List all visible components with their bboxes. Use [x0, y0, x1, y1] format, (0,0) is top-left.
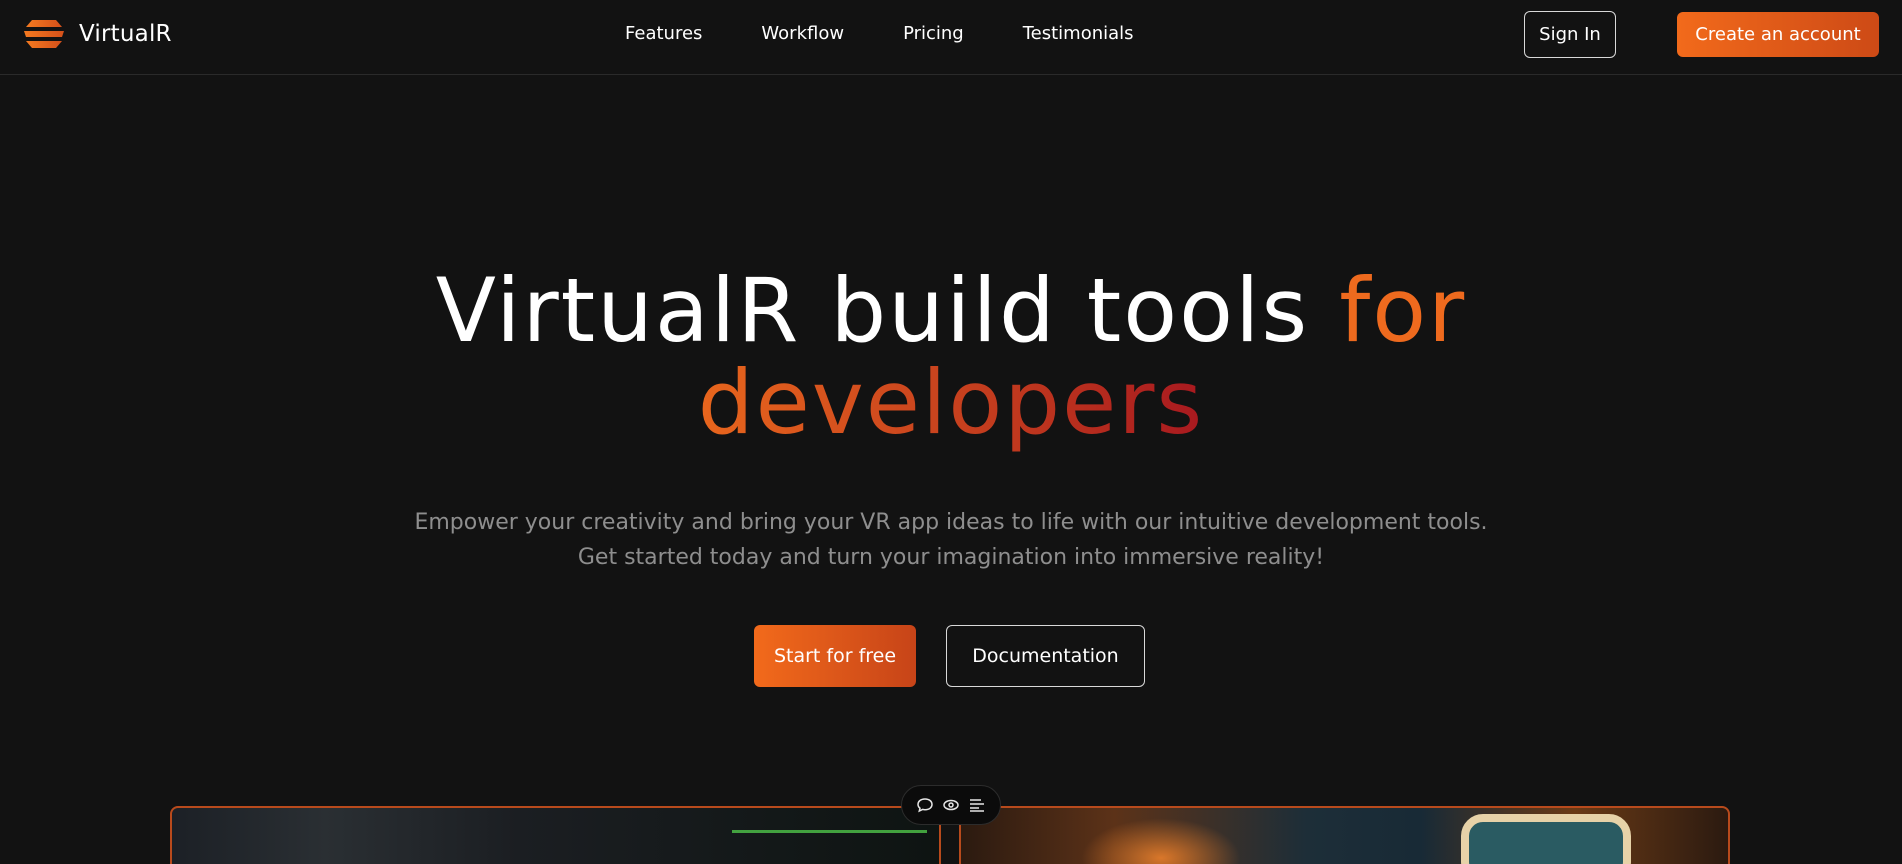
hero-subtitle: Empower your creativity and bring your V… — [0, 505, 1902, 575]
ruler-ticks-graphic — [732, 830, 927, 833]
eye-icon[interactable] — [940, 794, 962, 816]
hero-title-main: VirtualR build tools — [435, 259, 1340, 362]
hand-glow-graphic — [1081, 818, 1241, 864]
create-account-button[interactable]: Create an account — [1677, 12, 1879, 57]
documentation-button[interactable]: Documentation — [946, 625, 1145, 687]
hero-subtitle-line2: Get started today and turn your imaginat… — [577, 545, 1325, 570]
hero-title-accent: for — [1339, 259, 1467, 362]
stacked-bars-logo-icon — [24, 20, 64, 48]
start-for-free-button[interactable]: Start for free — [754, 625, 916, 687]
nav-link-testimonials[interactable]: Testimonials — [1023, 22, 1134, 46]
hero-title-gradient: developers — [697, 351, 1205, 454]
preview-video-left — [170, 806, 941, 864]
nav-link-pricing[interactable]: Pricing — [903, 22, 964, 46]
floating-toolbar — [901, 785, 1001, 825]
preview-video-right — [959, 806, 1730, 864]
list-icon[interactable] — [966, 794, 988, 816]
nav-link-features[interactable]: Features — [625, 22, 702, 46]
nav-link-workflow[interactable]: Workflow — [761, 22, 844, 46]
top-navbar: VirtualR Features Workflow Pricing Testi… — [0, 0, 1902, 75]
vr-headset-graphic — [1461, 814, 1631, 864]
comment-icon[interactable] — [914, 794, 936, 816]
brand-home-link[interactable]: VirtualR — [22, 18, 172, 50]
hero-title: VirtualR build tools for developers — [0, 265, 1902, 449]
hero-subtitle-line1: Empower your creativity and bring your V… — [414, 510, 1488, 535]
brand-name: VirtualR — [79, 21, 172, 47]
sign-in-button[interactable]: Sign In — [1524, 11, 1616, 58]
primary-nav: Features Workflow Pricing Testimonials — [625, 22, 1134, 46]
